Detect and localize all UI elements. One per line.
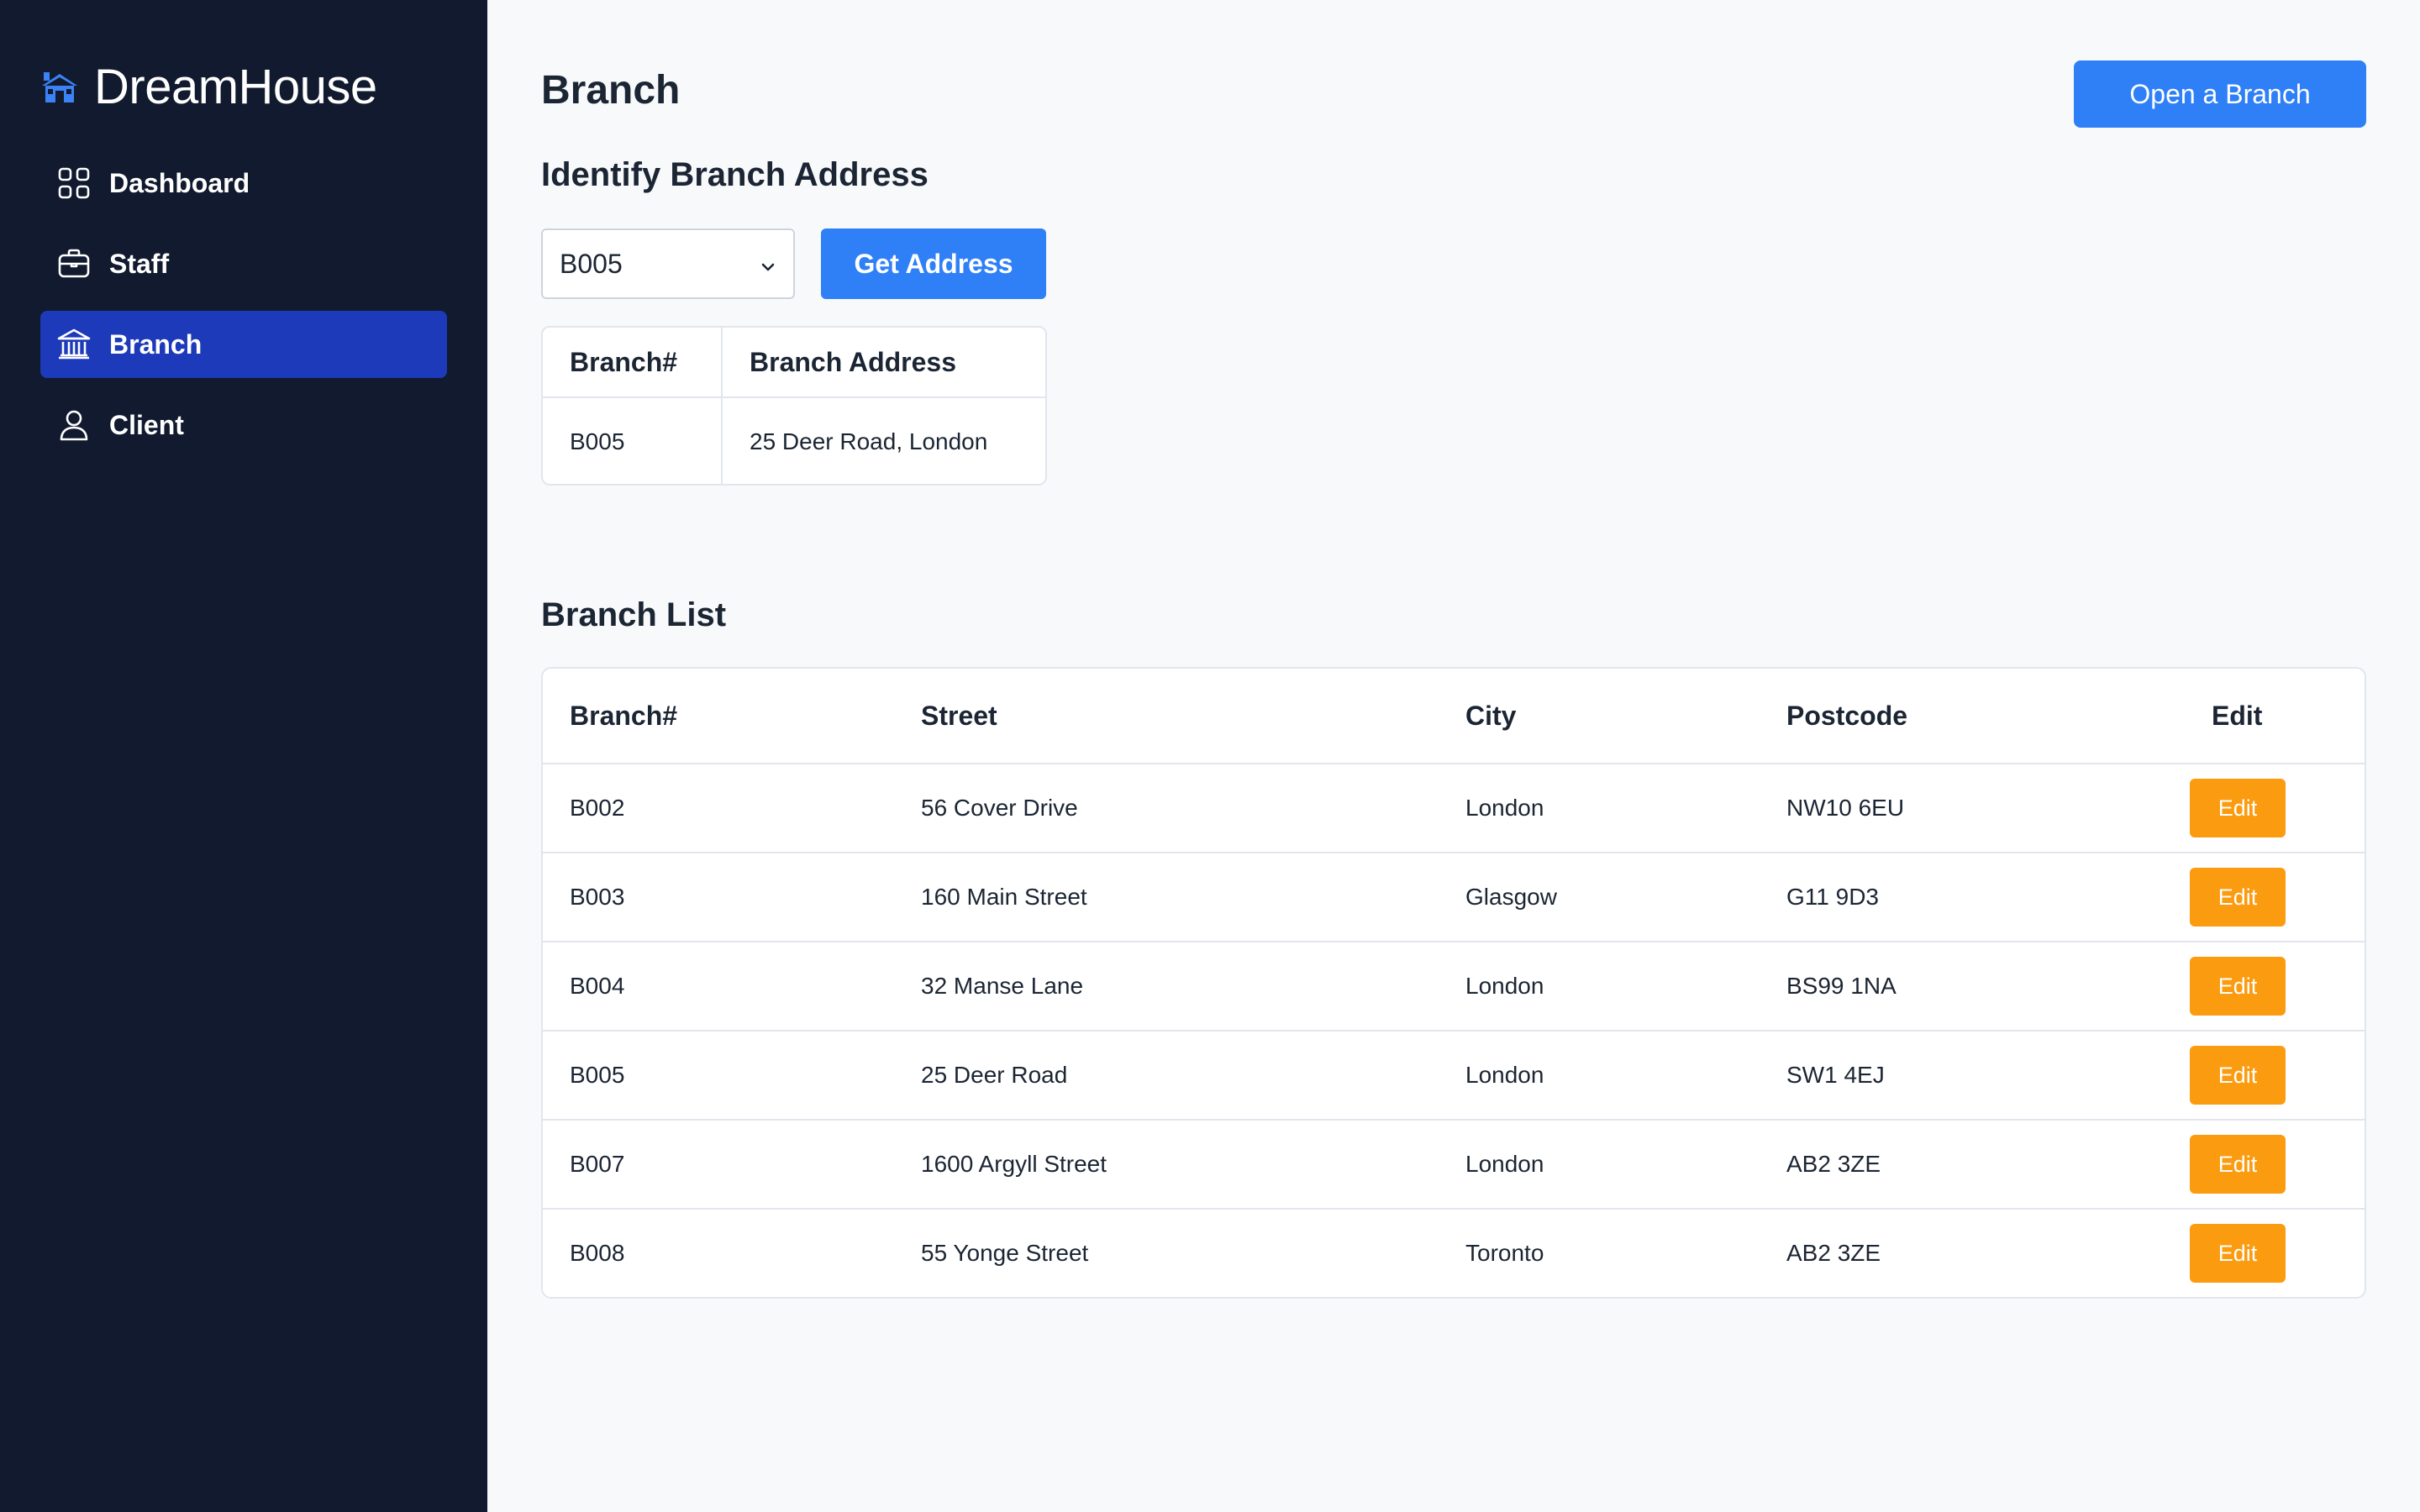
column-header-branch: Branch#: [543, 328, 723, 398]
cell-city: London: [1465, 1120, 1786, 1210]
address-result-card: Branch# Branch Address B005 25 Deer Road…: [541, 326, 1047, 486]
cell-branch: B008: [570, 1240, 625, 1266]
branch-list-title: Branch List: [541, 596, 727, 633]
cell-address: 25 Deer Road, London: [750, 428, 988, 454]
cell-street: 56 Cover Drive: [921, 764, 1465, 853]
cell-postcode: G11 9D3: [1786, 853, 2138, 942]
cell-edit: Edit: [2138, 853, 2365, 942]
sidebar-item-dashboard[interactable]: Dashboard: [40, 150, 447, 217]
cell-city: London: [1465, 1031, 1786, 1121]
table-header-row: Branch# Street City Postcode Edit: [543, 669, 2365, 764]
cell-postcode: BS99 1NA: [1786, 942, 2138, 1032]
brand[interactable]: DreamHouse: [40, 57, 377, 116]
table-row: B002 56 Cover Drive London NW10 6EU Edit: [543, 764, 2365, 853]
cell-street: 32 Manse Lane: [921, 942, 1465, 1032]
sidebar-item-label: Branch: [109, 328, 203, 360]
table-row: B003 160 Main Street Glasgow G11 9D3 Edi…: [543, 853, 2365, 942]
sidebar-item-staff[interactable]: Staff: [40, 230, 447, 297]
sidebar-item-label: Client: [109, 409, 184, 440]
cell-postcode: AB2 3ZE: [1786, 1240, 1881, 1266]
edit-button[interactable]: Edit: [2190, 1224, 2286, 1283]
branch-select-value: B005: [560, 248, 623, 279]
briefcase-icon: [55, 245, 92, 282]
chevron-down-icon: [760, 249, 776, 280]
cell-postcode: NW10 6EU: [1786, 764, 2138, 853]
cell-branch: B003: [543, 853, 921, 942]
cell-city: Glasgow: [1465, 853, 1786, 942]
cell-street: 1600 Argyll Street: [921, 1120, 1465, 1210]
edit-button[interactable]: Edit: [2190, 779, 2286, 837]
table-row: B005 25 Deer Road, London: [543, 397, 1045, 484]
cell-edit: Edit: [2138, 1209, 2365, 1297]
address-table: Branch# Branch Address B005 25 Deer Road…: [543, 328, 1045, 484]
cell-edit: Edit: [2138, 1031, 2365, 1121]
table-header-row: Branch# Branch Address: [543, 328, 1045, 398]
sidebar-item-label: Dashboard: [109, 167, 250, 198]
cell-branch: B005: [543, 397, 723, 484]
table-row: B008 55 Yonge Street Toronto AB2 3ZE Edi…: [543, 1209, 2365, 1297]
branch-select[interactable]: B005: [541, 228, 795, 299]
column-header-postcode: Postcode: [1786, 669, 2138, 764]
sidebar-item-branch[interactable]: Branch: [40, 311, 447, 378]
sidebar: DreamHouse Dashboard Staff Branch Client: [0, 0, 487, 1512]
brand-name: DreamHouse: [94, 59, 377, 114]
cell-branch: B005: [543, 1031, 921, 1121]
edit-button[interactable]: Edit: [2190, 957, 2286, 1016]
page-title: Branch: [541, 68, 681, 113]
cell-branch: B004: [543, 942, 921, 1032]
cell-street: 160 Main Street: [921, 853, 1465, 942]
cell-edit: Edit: [2138, 764, 2365, 853]
cell-postcode: AB2 3ZE: [1786, 1120, 2138, 1210]
house-icon: [40, 67, 79, 106]
column-header-address: Branch Address: [722, 328, 1045, 398]
cell-street: 55 Yonge Street: [921, 1240, 1089, 1266]
edit-button[interactable]: Edit: [2190, 868, 2286, 927]
branch-list-card: Branch# Street City Postcode Edit B002 5…: [541, 667, 2366, 1299]
edit-button[interactable]: Edit: [2190, 1135, 2286, 1194]
table-row: B005 25 Deer Road London SW1 4EJ Edit: [543, 1031, 2365, 1121]
column-header-branch: Branch#: [543, 669, 921, 764]
sidebar-item-label: Staff: [109, 248, 170, 279]
bank-icon: [55, 326, 92, 363]
cell-city: London: [1465, 942, 1786, 1032]
sidebar-nav: Dashboard Staff Branch Client: [40, 150, 447, 472]
column-header-city: City: [1465, 669, 1786, 764]
main-content: Branch Open a Branch Identify Branch Add…: [487, 0, 2420, 1512]
table-row: B007 1600 Argyll Street London AB2 3ZE E…: [543, 1120, 2365, 1210]
branch-list-table: Branch# Street City Postcode Edit B002 5…: [543, 669, 2365, 1297]
cell-branch: B007: [543, 1120, 921, 1210]
cell-street: 25 Deer Road: [921, 1031, 1465, 1121]
cell-branch: B002: [543, 764, 921, 853]
identify-section-title: Identify Branch Address: [541, 156, 929, 193]
cell-city: Toronto: [1465, 1240, 1544, 1266]
sidebar-item-client[interactable]: Client: [40, 391, 447, 459]
table-row: B004 32 Manse Lane London BS99 1NA Edit: [543, 942, 2365, 1032]
cell-edit: Edit: [2138, 942, 2365, 1032]
column-header-street: Street: [921, 669, 1465, 764]
column-header-edit: Edit: [2138, 669, 2365, 764]
cell-city: London: [1465, 764, 1786, 853]
cell-postcode: SW1 4EJ: [1786, 1031, 2138, 1121]
cell-edit: Edit: [2138, 1120, 2365, 1210]
get-address-button[interactable]: Get Address: [821, 228, 1046, 299]
edit-button[interactable]: Edit: [2190, 1046, 2286, 1105]
grid-icon: [55, 165, 92, 202]
user-icon: [55, 407, 92, 444]
open-branch-button[interactable]: Open a Branch: [2074, 60, 2366, 128]
app-root: DreamHouse Dashboard Staff Branch Client…: [0, 0, 2420, 1512]
